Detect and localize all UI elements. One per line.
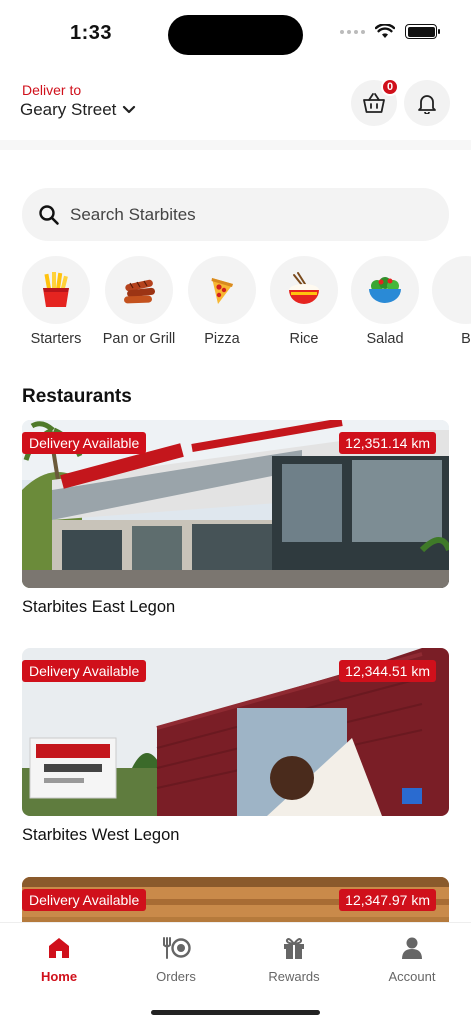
- category-rice[interactable]: Rice: [262, 256, 346, 347]
- restaurant-name: Starbites West Legon: [22, 826, 180, 844]
- search-icon: [39, 204, 59, 225]
- header-divider: [0, 140, 471, 150]
- search-input[interactable]: [70, 204, 410, 225]
- tab-label: Home: [40, 969, 78, 984]
- category-more[interactable]: B: [424, 256, 471, 347]
- bell-icon: [418, 95, 436, 114]
- rice-bowl-icon: [289, 272, 319, 304]
- category-starters[interactable]: Starters: [22, 256, 98, 347]
- category-icon: [432, 256, 471, 324]
- battery-icon: [405, 24, 440, 39]
- notifications-button[interactable]: [404, 80, 450, 126]
- tab-rewards[interactable]: Rewards: [244, 935, 344, 984]
- distance-badge: 12,347.97 km: [339, 889, 436, 911]
- category-label: Pizza: [204, 331, 240, 347]
- street-label: Geary Street: [20, 100, 117, 119]
- distance-badge: 12,351.14 km: [339, 432, 436, 454]
- category-salad[interactable]: Salad: [343, 256, 427, 347]
- home-indicator: [151, 1010, 320, 1015]
- home-icon: [49, 938, 69, 958]
- delivery-badge: Delivery Available: [22, 889, 147, 911]
- tab-label: Orders: [156, 969, 196, 984]
- bottom-tab-bar: Home Orders Rewards Account: [0, 922, 471, 1024]
- status-bar: 1:33: [0, 0, 471, 70]
- distance-badge: 12,344.51 km: [339, 660, 436, 682]
- dynamic-island: [168, 15, 303, 55]
- user-icon: [402, 937, 422, 959]
- category-list[interactable]: Starters Pan or Grill Pizza Rice Salad B: [22, 256, 471, 356]
- status-time: 1:33: [70, 22, 113, 44]
- delivery-badge: Delivery Available: [22, 432, 147, 454]
- grilled-sausage-icon: [124, 279, 155, 304]
- tab-account[interactable]: Account: [362, 935, 462, 984]
- cart-count-badge: 0: [381, 78, 399, 96]
- category-label: B: [461, 331, 471, 347]
- status-icons: [340, 24, 440, 39]
- restaurant-card[interactable]: Delivery Available 12,351.14 km Starbite…: [22, 420, 449, 617]
- category-label: Pan or Grill: [102, 331, 176, 347]
- restaurant-image: Delivery Available 12,351.14 km: [22, 420, 449, 588]
- category-label: Rice: [289, 331, 319, 347]
- salad-bowl-icon: [369, 277, 401, 303]
- basket-icon: [363, 93, 385, 113]
- fries-icon: [43, 272, 69, 307]
- tab-home[interactable]: Home: [9, 935, 109, 984]
- category-label: Salad: [366, 331, 404, 347]
- category-label: Starters: [30, 331, 82, 347]
- wifi-icon: [375, 24, 395, 38]
- cellular-signal-icon: [340, 29, 365, 34]
- address-selector[interactable]: Geary Street: [20, 100, 136, 120]
- search-bar[interactable]: [22, 188, 449, 241]
- restaurant-name: Starbites East Legon: [22, 598, 176, 616]
- deliver-to-label: Deliver to: [22, 82, 82, 98]
- restaurant-image: Delivery Available 12,344.51 km: [22, 648, 449, 816]
- category-pan-or-grill[interactable]: Pan or Grill: [97, 256, 181, 347]
- header: Deliver to Geary Street 0: [0, 78, 471, 142]
- chevron-down-icon: [123, 105, 136, 114]
- delivery-badge: Delivery Available: [22, 660, 147, 682]
- category-pizza[interactable]: Pizza: [180, 256, 264, 347]
- tab-label: Rewards: [268, 969, 320, 984]
- plate-cutlery-icon: [163, 937, 191, 959]
- tab-orders[interactable]: Orders: [126, 935, 226, 984]
- restaurant-card[interactable]: Delivery Available 12,344.51 km Starbite…: [22, 648, 449, 845]
- pizza-slice-icon: [211, 278, 233, 304]
- section-title: Restaurants: [22, 386, 132, 407]
- gift-icon: [284, 938, 304, 959]
- tab-label: Account: [388, 969, 436, 984]
- cart-button[interactable]: 0: [351, 78, 399, 126]
